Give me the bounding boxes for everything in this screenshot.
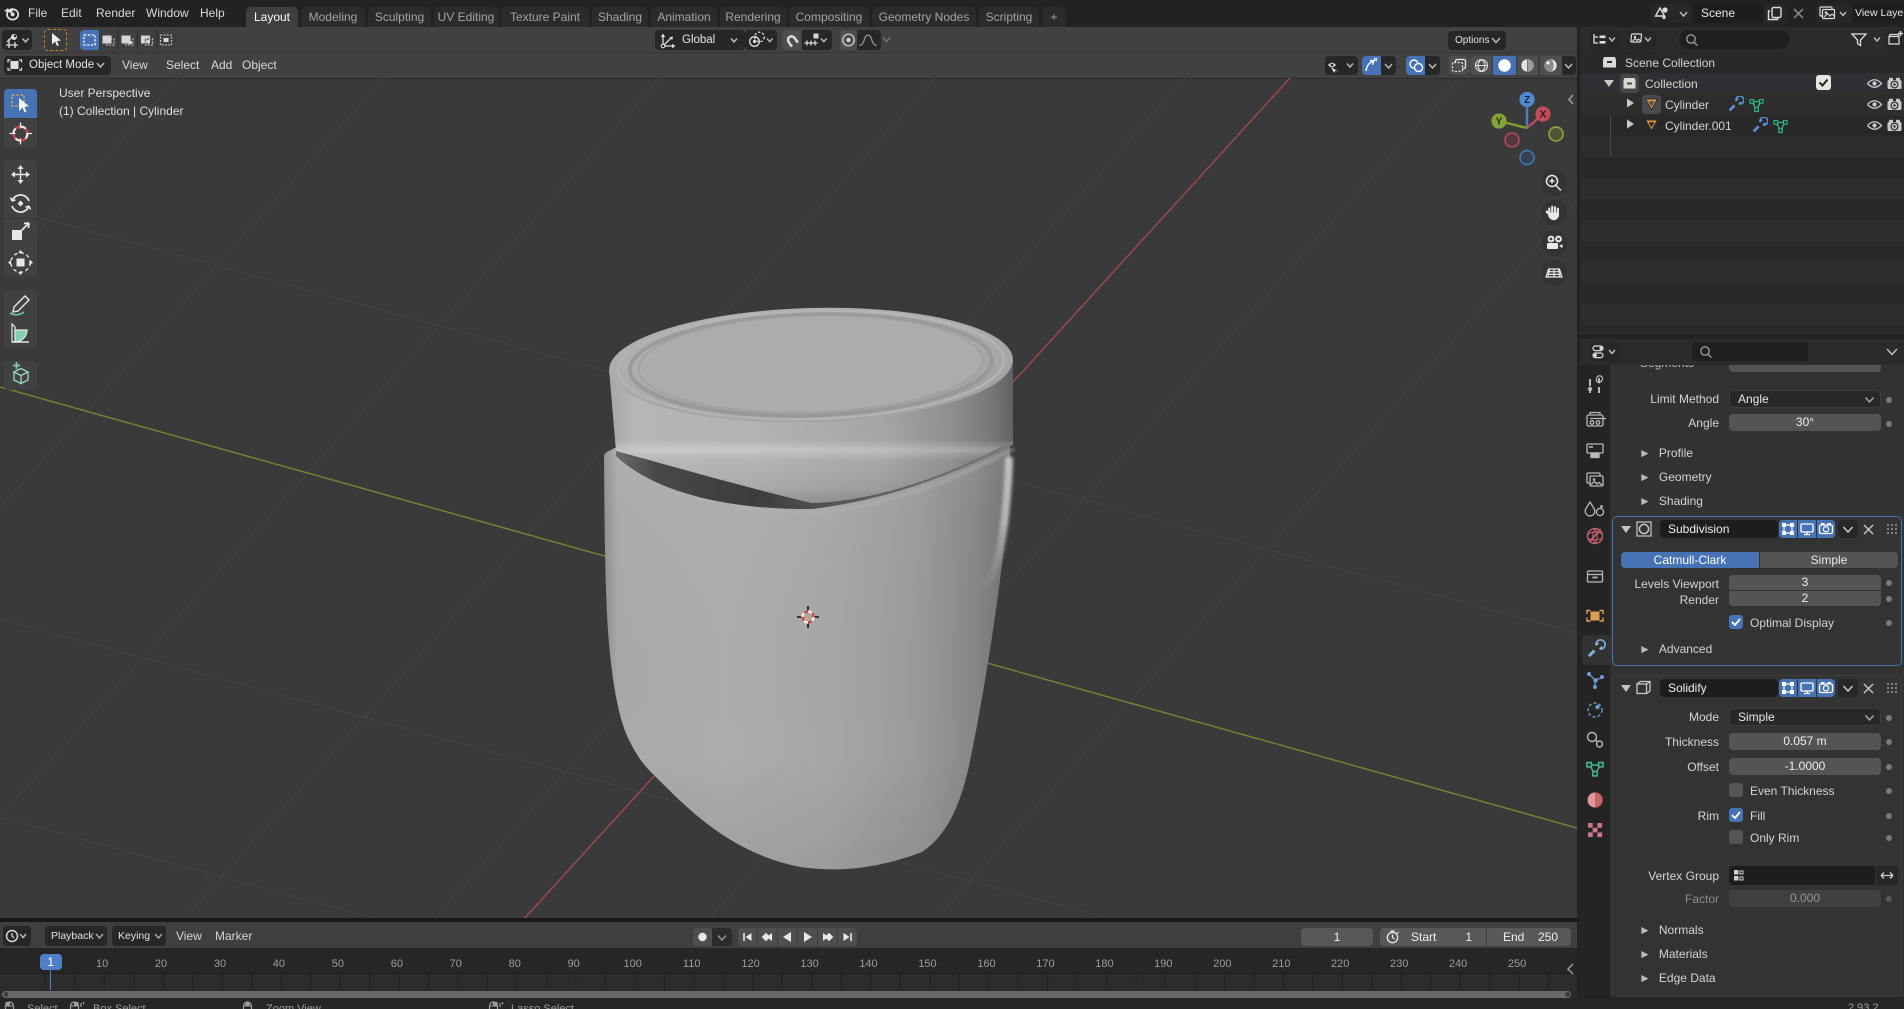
svg-text:X: X [1540,110,1547,121]
svg-text:160: 160 [977,958,995,970]
svg-text:200: 200 [1213,958,1231,970]
svg-text:170: 170 [1036,958,1054,970]
svg-text:50: 50 [332,958,344,970]
svg-text:220: 220 [1331,958,1349,970]
svg-text:40: 40 [273,958,285,970]
svg-text:180: 180 [1095,958,1113,970]
svg-text:210: 210 [1272,958,1290,970]
svg-text:190: 190 [1154,958,1172,970]
svg-text:Z: Z [1524,95,1530,106]
svg-text:70: 70 [450,958,462,970]
svg-text:240: 240 [1449,958,1467,970]
svg-text:230: 230 [1390,958,1408,970]
svg-text:150: 150 [918,958,936,970]
svg-text:120: 120 [741,958,759,970]
svg-text:250: 250 [1508,958,1526,970]
svg-text:100: 100 [624,958,642,970]
svg-text:60: 60 [391,958,403,970]
svg-text:140: 140 [859,958,877,970]
svg-text:90: 90 [568,958,580,970]
svg-text:130: 130 [800,958,818,970]
svg-text:110: 110 [683,958,701,970]
svg-text:Y: Y [1496,117,1503,128]
svg-text:10: 10 [96,958,108,970]
svg-text:80: 80 [509,958,521,970]
svg-text:30: 30 [214,958,226,970]
svg-text:20: 20 [155,958,167,970]
